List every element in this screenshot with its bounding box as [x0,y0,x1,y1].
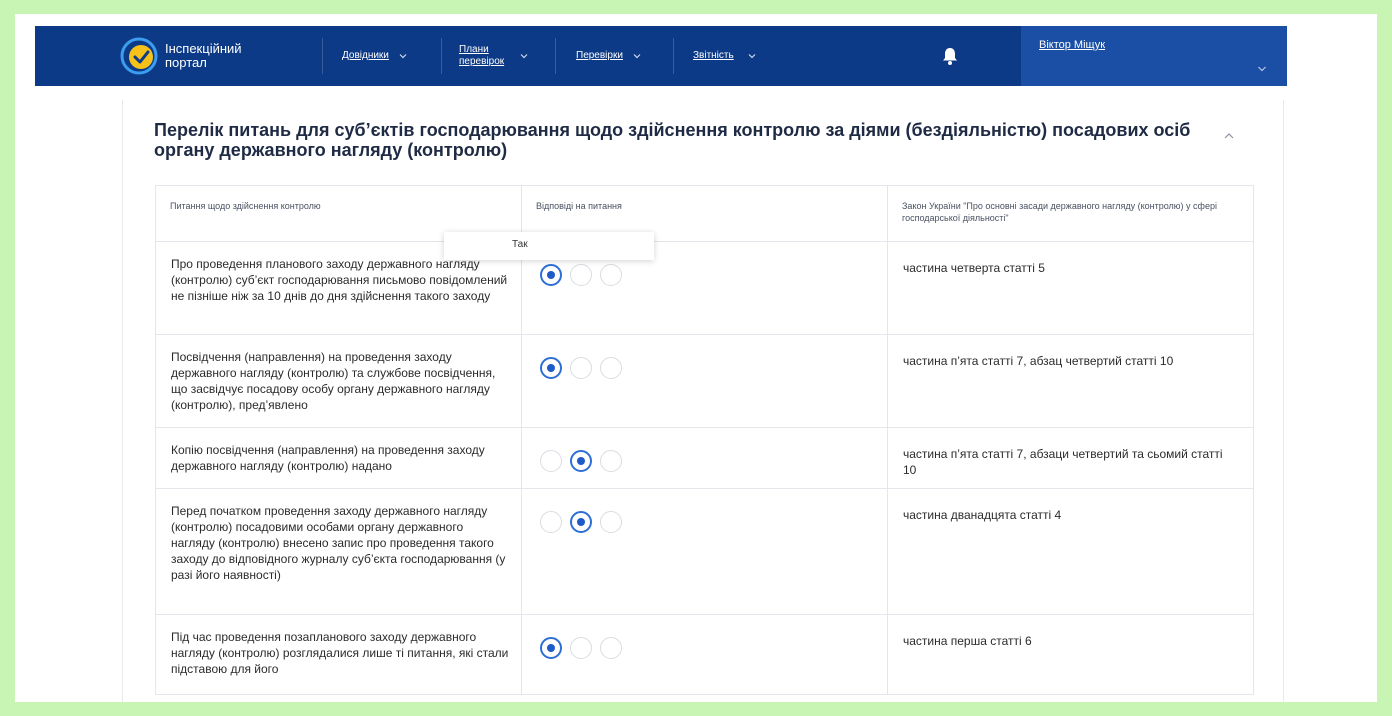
nav-divider [673,38,674,74]
answer-radio-group [521,334,888,428]
section-title: Перелік питань для суб’єктів господарюва… [154,120,1191,160]
top-navigation-bar: Інспекційний портал Довідники Плани пере… [35,26,1287,86]
brand-line-2: портал [165,55,207,70]
nav-menu-label: Плани перевірок [459,44,504,68]
answer-radio-option-2[interactable] [570,511,592,533]
nav-divider [322,38,323,74]
nav-menu-inspection-plans[interactable]: Плани перевірок [459,26,528,86]
answer-radio-group [521,614,888,695]
table-header-row: Питання щодо здійснення контролю Відпові… [155,185,1254,242]
law-reference: частина п’ята статті 7, абзаци четвертий… [887,427,1254,489]
answer-radio-option-1[interactable] [540,357,562,379]
nav-menu-reporting[interactable]: Звітність [693,26,756,86]
question-text: Під час проведення позапланового заходу … [155,614,522,695]
nav-menu-label: Перевірки [576,50,623,61]
answer-radio-option-3[interactable] [600,511,622,533]
answer-radio-option-1[interactable] [540,511,562,533]
nav-menu-inspections[interactable]: Перевірки [576,26,641,86]
chevron-down-icon [633,54,641,59]
chevron-down-icon [1258,66,1266,72]
table-row: Про проведення планового заходу державно… [155,241,1254,335]
question-text: Перед початком проведення заходу державн… [155,488,522,615]
radio-tooltip: Так [444,232,654,260]
table-row: Посвідчення (направлення) на проведення … [155,334,1254,428]
nav-menu-dictionaries[interactable]: Довідники [342,26,407,86]
chevron-up-icon[interactable] [1223,130,1235,142]
answer-radio-option-3[interactable] [600,637,622,659]
answer-radio-group [521,427,888,489]
questions-section-card: Перелік питань для суб’єктів господарюва… [122,100,1284,702]
answer-radio-option-1[interactable] [540,450,562,472]
user-name[interactable]: Віктор Міщук [1039,39,1105,51]
nav-menu-label: Довідники [342,50,389,61]
notifications-bell-icon[interactable] [941,46,959,66]
law-reference: частина перша статті 6 [887,614,1254,695]
law-reference: частина дванадцята статті 4 [887,488,1254,615]
table-row: Копію посвідчення (направлення) на прове… [155,427,1254,489]
question-text: Копію посвідчення (направлення) на прове… [155,427,522,489]
user-menu[interactable]: Віктор Міщук [1021,26,1287,86]
nav-menu-label: Звітність [693,50,734,61]
table-row: Під час проведення позапланового заходу … [155,614,1254,695]
law-reference: частина п’ята статті 7, абзац четвертий … [887,334,1254,428]
table-row: Перед початком проведення заходу державн… [155,488,1254,615]
answer-radio-option-1[interactable] [540,264,562,286]
chevron-down-icon [399,54,407,59]
answer-radio-option-2[interactable] [570,450,592,472]
answer-radio-option-2[interactable] [570,637,592,659]
nav-divider [441,38,442,74]
tooltip-text: Так [512,239,528,250]
chevron-down-icon [748,54,756,59]
portal-brand[interactable]: Інспекційний портал [165,42,242,70]
answer-radio-group [521,488,888,615]
answer-radio-option-2[interactable] [570,264,592,286]
answer-radio-option-3[interactable] [600,357,622,379]
portal-logo-icon[interactable] [120,37,158,75]
chevron-down-icon [520,54,528,59]
answer-radio-option-3[interactable] [600,450,622,472]
app-window: Інспекційний портал Довідники Плани пере… [15,14,1377,702]
column-header-law: Закон України "Про основні засади держав… [887,185,1254,242]
answer-radio-option-1[interactable] [540,637,562,659]
answer-radio-option-3[interactable] [600,264,622,286]
brand-line-1: Інспекційний [165,41,242,56]
law-reference: частина четверта статті 5 [887,241,1254,335]
answer-radio-option-2[interactable] [570,357,592,379]
nav-divider [555,38,556,74]
questions-table: Питання щодо здійснення контролю Відпові… [155,185,1254,695]
nav-menu-label-line-2: перевірок [459,56,505,67]
question-text: Посвідчення (направлення) на проведення … [155,334,522,428]
nav-menu-label-line-1: Плани [459,44,489,55]
